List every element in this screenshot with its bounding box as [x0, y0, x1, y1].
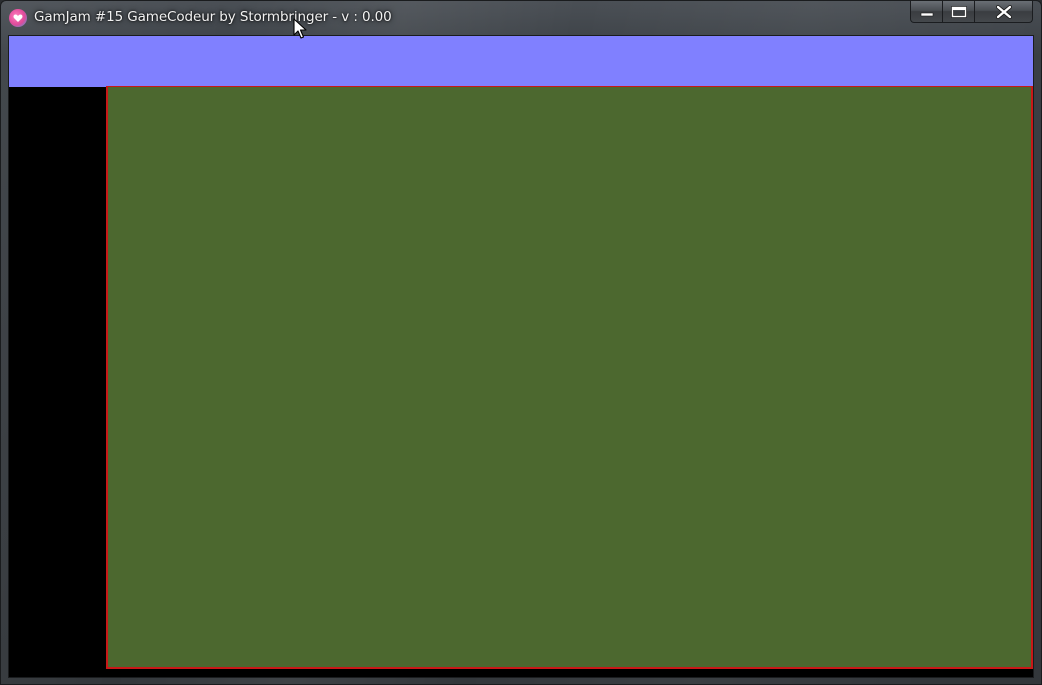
heart-icon[interactable]: [9, 9, 27, 27]
maximize-button[interactable]: [943, 1, 975, 23]
caption-buttons: [910, 1, 1033, 23]
close-button[interactable]: [975, 1, 1033, 23]
sky-band: [9, 36, 1033, 87]
play-field[interactable]: [106, 86, 1033, 669]
maximize-icon: [950, 5, 967, 18]
mouse-cursor-icon: [293, 18, 307, 39]
title-bar[interactable]: GamJam #15 GameCodeur by Stormbringer - …: [1, 1, 1041, 35]
game-canvas[interactable]: [8, 35, 1034, 678]
minimize-button[interactable]: [910, 1, 943, 23]
side-panel: [9, 87, 107, 677]
close-icon: [995, 4, 1012, 19]
minimize-icon: [920, 12, 933, 16]
window-title: GamJam #15 GameCodeur by Stormbringer - …: [34, 9, 392, 25]
app-window: GamJam #15 GameCodeur by Stormbringer - …: [0, 0, 1042, 685]
